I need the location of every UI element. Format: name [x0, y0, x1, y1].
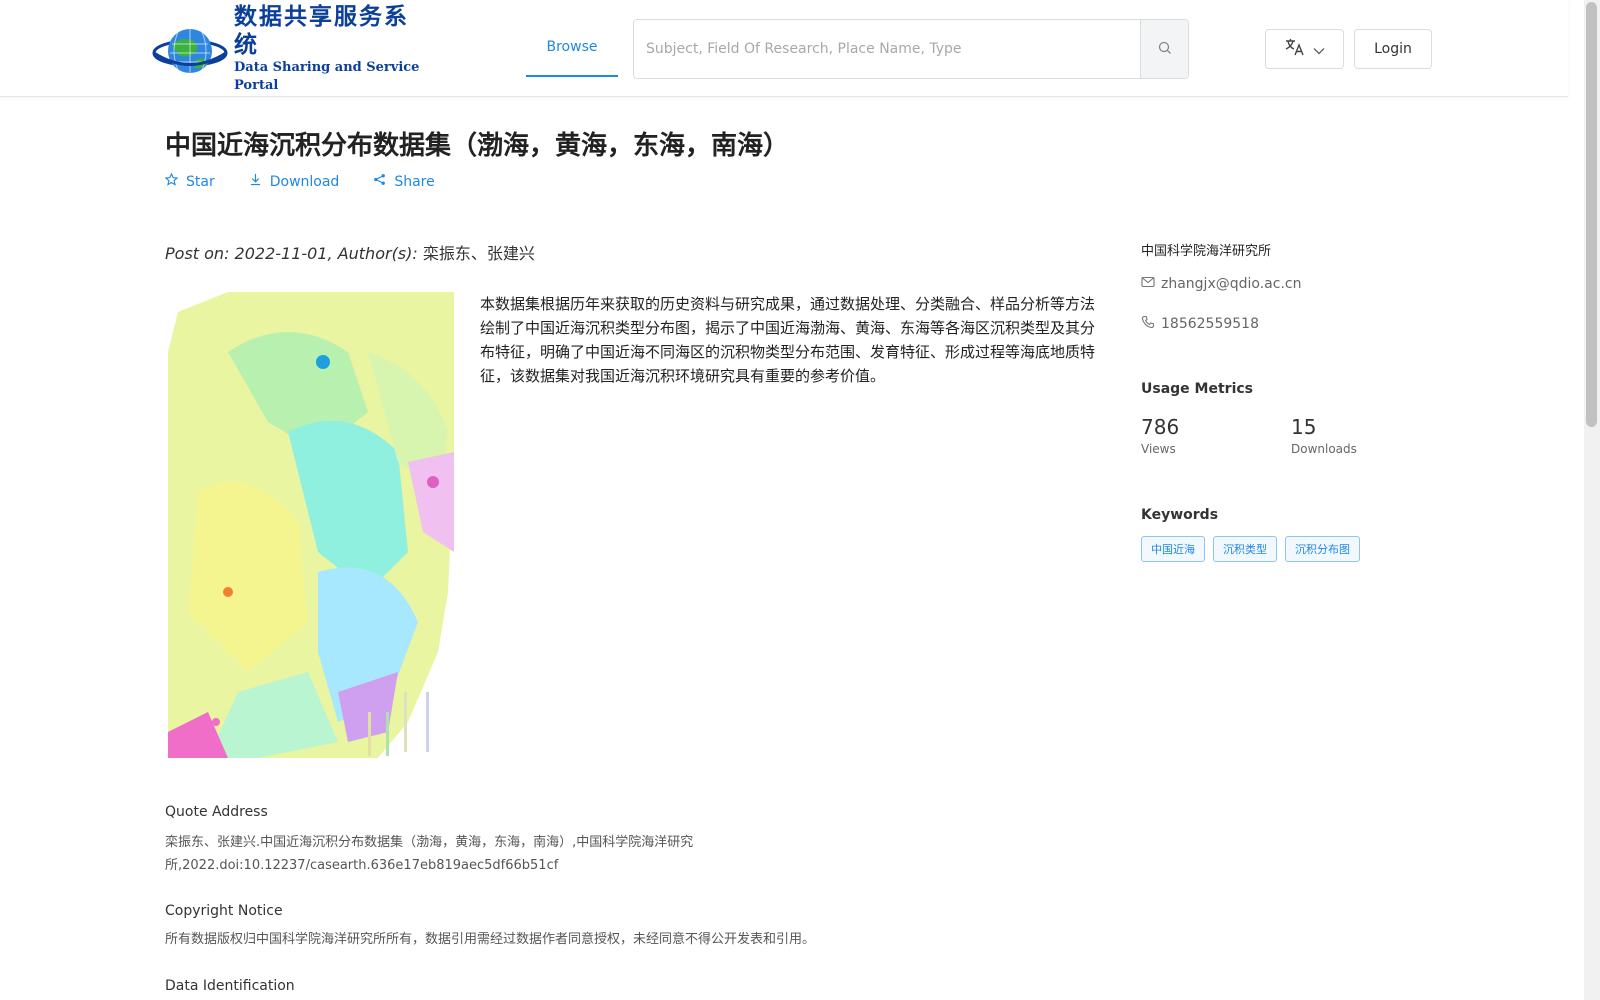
mail-icon — [1141, 276, 1155, 292]
keyword-tag[interactable]: 沉积分布图 — [1285, 536, 1360, 562]
phone-icon — [1141, 315, 1155, 333]
contact-email[interactable]: zhangjx@qdio.ac.cn — [1141, 276, 1301, 292]
data-identification-heading: Data Identification — [165, 978, 295, 994]
search-input[interactable] — [634, 20, 1140, 78]
phone-text: 18562559518 — [1161, 316, 1259, 332]
scrollbar-thumb[interactable] — [1586, 2, 1597, 427]
dataset-actions: Star Download Share — [164, 172, 435, 190]
views-count: 786 — [1141, 415, 1180, 439]
logo-title-en: Data Sharing and Service Portal — [234, 60, 420, 93]
star-label: Star — [186, 173, 215, 190]
keywords-heading: Keywords — [1141, 507, 1219, 523]
downloads-metric: 15 Downloads — [1291, 414, 1357, 456]
download-label: Download — [269, 173, 340, 190]
quote-address-heading: Quote Address — [165, 804, 268, 820]
views-label: Views — [1141, 442, 1176, 456]
search-box — [633, 19, 1189, 79]
post-info: Post on: 2022-11-01, Author(s): 栾振东、张建兴 — [165, 240, 535, 264]
login-button[interactable]: Login — [1354, 29, 1432, 69]
downloads-count: 15 — [1291, 415, 1317, 439]
contact-phone: 18562559518 — [1141, 315, 1259, 333]
authors: 栾振东、张建兴 — [422, 244, 535, 263]
page-scrollbar[interactable] — [1584, 0, 1600, 1000]
usage-metrics-heading: Usage Metrics — [1141, 381, 1253, 397]
chevron-down-icon — [1313, 40, 1325, 59]
share-icon — [373, 173, 386, 190]
star-button[interactable]: Star — [164, 172, 215, 190]
page-title: 中国近海沉积分布数据集（渤海，黄海，东海，南海） — [165, 131, 790, 161]
share-button[interactable]: Share — [373, 173, 435, 190]
language-switch-button[interactable] — [1265, 29, 1344, 69]
search-button[interactable] — [1140, 20, 1188, 78]
search-icon — [1158, 40, 1172, 59]
downloads-label: Downloads — [1291, 442, 1357, 456]
post-date: Post on: 2022-11-01, Author(s): — [165, 244, 423, 263]
globe-logo-icon — [150, 20, 230, 78]
top-header: 数据共享服务系统 Data Sharing and Service Portal… — [0, 0, 1568, 97]
nav-browse-tab[interactable]: Browse — [526, 18, 618, 77]
keyword-tag[interactable]: 中国近海 — [1141, 536, 1205, 562]
share-label: Share — [394, 173, 435, 190]
copyright-heading: Copyright Notice — [165, 903, 283, 919]
site-logo[interactable]: 数据共享服务系统 Data Sharing and Service Portal — [150, 3, 432, 93]
logo-title-cn: 数据共享服务系统 — [234, 3, 409, 58]
download-icon — [249, 173, 262, 190]
dataset-description: 本数据集根据历年来获取的历史资料与研究成果，通过数据处理、分类融合、样品分析等方… — [480, 295, 1096, 385]
organization-name: 中国科学院海洋研究所 — [1141, 244, 1272, 259]
download-button[interactable]: Download — [249, 173, 340, 190]
copyright-text: 所有数据版权归中国科学院海洋研究所所有，数据引用需经过数据作者同意授权，未经同意… — [165, 932, 816, 947]
email-text: zhangjx@qdio.ac.cn — [1161, 276, 1302, 292]
translate-icon — [1285, 38, 1305, 60]
keyword-tag[interactable]: 沉积类型 — [1213, 536, 1277, 562]
quote-address-text: 栾振东、张建兴.中国近海沉积分布数据集（渤海，黄海，东海，南海）,中国科学院海洋… — [165, 835, 694, 873]
keyword-list: 中国近海 沉积类型 沉积分布图 — [1141, 536, 1360, 562]
views-metric: 786 Views — [1141, 414, 1179, 456]
dataset-thumbnail-map — [168, 292, 454, 758]
star-icon — [164, 172, 179, 190]
